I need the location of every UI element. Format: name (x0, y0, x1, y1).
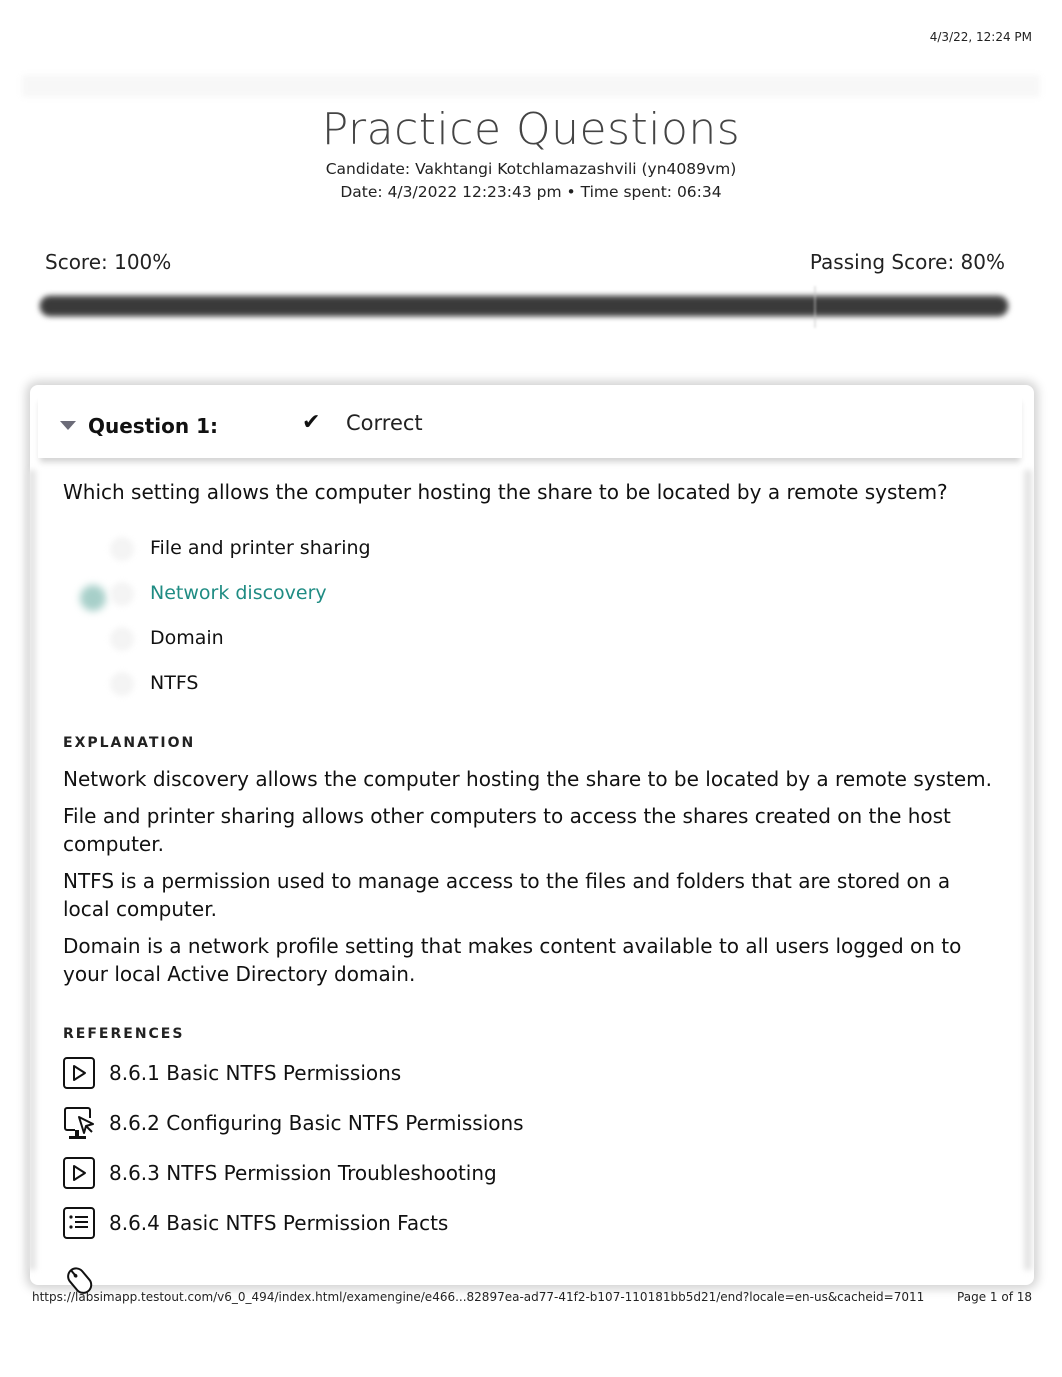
print-date: 4/3/22, 12:24 PM (929, 30, 1032, 44)
card-right-edge (1024, 470, 1032, 1270)
radio-button[interactable] (110, 537, 134, 561)
date-time-spent: Date: 4/3/2022 12:23:43 pm • Time spent:… (340, 183, 722, 201)
radio-button[interactable] (110, 627, 134, 651)
candidate-info: Candidate: Vakhtangi Kotchlamazashvili (… (325, 160, 737, 178)
explanation-heading: EXPLANATION (63, 735, 196, 751)
explanation-paragraph: NTFS is a permission used to manage acce… (63, 869, 951, 921)
top-band (22, 75, 1040, 97)
passing-score-marker (814, 286, 817, 328)
question-status: Correct (346, 411, 423, 435)
explanation-paragraph: Domain is a network profile setting that… (63, 934, 962, 986)
answer-label: Domain (150, 627, 224, 649)
radio-button[interactable] (110, 672, 134, 696)
explanation-paragraph: File and printer sharing allows other co… (63, 804, 951, 856)
video-play-icon (62, 1056, 96, 1090)
answer-label: NTFS (150, 672, 199, 694)
page-title: Practice Questions (321, 104, 741, 155)
fact-sheet-icon (62, 1206, 96, 1240)
reference-label[interactable]: 8.6.3 NTFS Permission Troubleshooting (109, 1161, 497, 1185)
score-bar-fill (40, 296, 1008, 316)
selected-indicator-icon (80, 585, 106, 611)
radio-button[interactable] (110, 582, 134, 606)
reference-label[interactable]: 8.6.4 Basic NTFS Permission Facts (109, 1211, 448, 1235)
references-list: 8.6.1 Basic NTFS Permissions 8.6.2 Confi… (62, 1048, 524, 1248)
page-number: Page 1 of 18 (957, 1290, 1032, 1304)
answer-label: File and printer sharing (150, 537, 371, 559)
score-label: Score: 100% (45, 250, 172, 274)
answer-label-correct: Network discovery (150, 582, 327, 604)
score-progress-bar (40, 286, 1008, 328)
reference-link[interactable]: 8.6.2 Configuring Basic NTFS Permissions (62, 1098, 524, 1148)
explanation-paragraph: Network discovery allows the computer ho… (63, 767, 993, 791)
reference-link[interactable]: 8.6.3 NTFS Permission Troubleshooting (62, 1148, 524, 1198)
checkmark-icon: ✔ (302, 410, 321, 435)
question-number: Question 1: (88, 414, 218, 438)
reference-label[interactable]: 8.6.1 Basic NTFS Permissions (109, 1061, 401, 1085)
explanation-body: Network discovery allows the computer ho… (63, 765, 993, 997)
footer-url: https://labsimapp.testout.com/v6_0_494/i… (32, 1290, 925, 1304)
question-text: Which setting allows the computer hostin… (63, 480, 948, 504)
reference-label[interactable]: 8.6.2 Configuring Basic NTFS Permissions (109, 1111, 524, 1135)
collapse-caret-icon[interactable] (60, 421, 76, 430)
video-play-icon (62, 1156, 96, 1190)
card-left-edge (28, 470, 36, 1270)
passing-score-label: Passing Score: 80% (809, 250, 1005, 274)
reference-link[interactable]: 8.6.1 Basic NTFS Permissions (62, 1048, 524, 1098)
references-heading: REFERENCES (63, 1026, 185, 1042)
lab-simulation-icon (62, 1106, 96, 1140)
reference-link[interactable]: 8.6.4 Basic NTFS Permission Facts (62, 1198, 524, 1248)
